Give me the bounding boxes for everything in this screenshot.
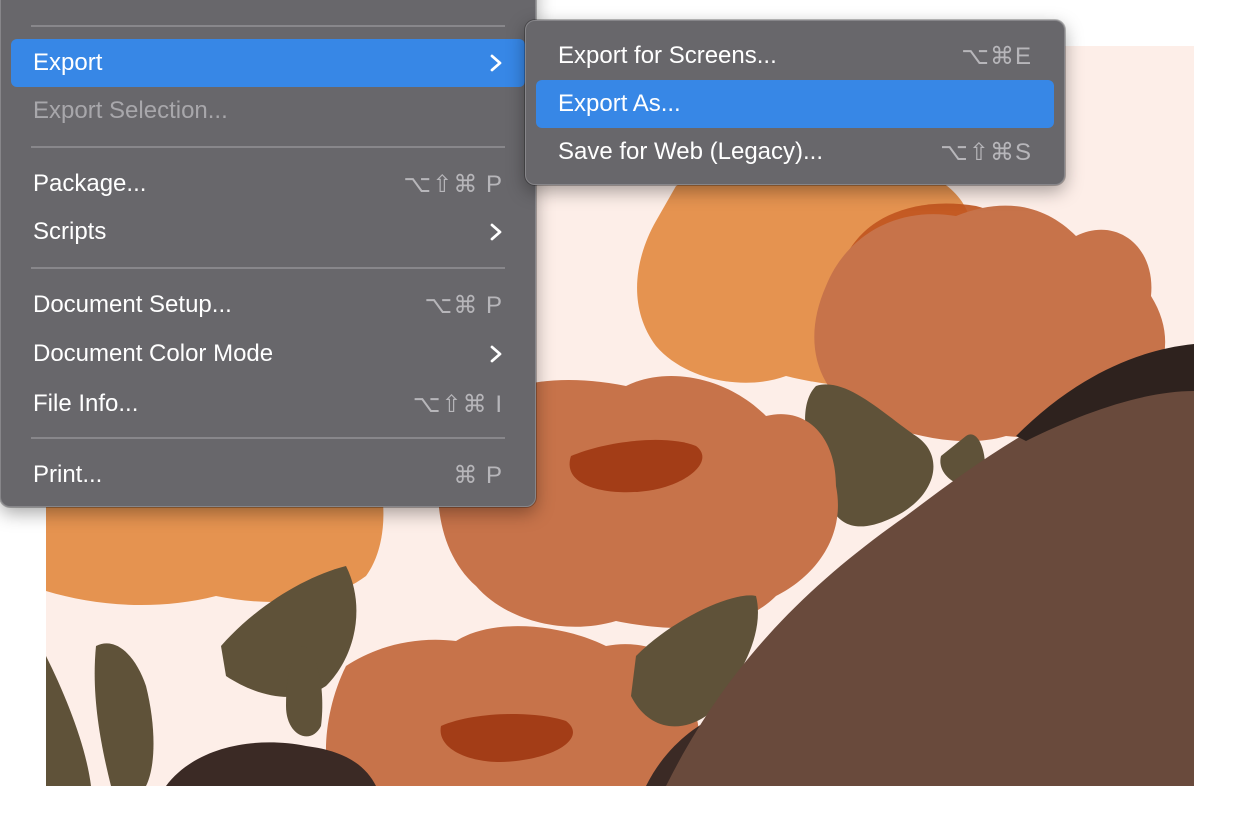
shortcut-text: ⌘ P [453,461,503,489]
shortcut-text: ⌥⌘ P [424,291,503,319]
menu-item-label: Export [33,49,103,76]
menu-item-label: Export for Screens... [558,42,777,69]
menu-item-file-info[interactable]: File Info... ⌥⇧⌘ I [11,380,525,428]
stem-shape [46,656,91,786]
menu-item-export[interactable]: Export [11,39,525,87]
menu-item-label: Print... [33,461,103,488]
menu-separator [31,437,505,439]
menu-item-label: Package... [33,170,147,197]
menu-item-export-for-screens[interactable]: Export for Screens... ⌥⌘E [536,32,1054,80]
file-menu: Export Export Selection... Package... ⌥⇧… [0,0,536,507]
menu-item-label: Export Selection... [33,97,228,124]
menu-item-label: Document Setup... [33,291,232,318]
menu-item-print[interactable]: Print... ⌘ P [11,451,525,499]
menu-item-package[interactable]: Package... ⌥⇧⌘ P [11,160,525,208]
chevron-right-icon [481,52,503,74]
menu-item-document-setup[interactable]: Document Setup... ⌥⌘ P [11,281,525,329]
menu-item-label: Scripts [33,218,107,245]
menu-item-label: Save for Web (Legacy)... [558,138,824,165]
menu-item-document-color-mode[interactable]: Document Color Mode [11,330,525,378]
menu-item-scripts[interactable]: Scripts [11,208,525,256]
shortcut-text: ⌥⌘E [961,42,1032,70]
menu-item-label: File Info... [33,390,139,417]
menu-item-label: Export As... [558,90,681,117]
export-submenu: Export for Screens... ⌥⌘E Export As... S… [525,20,1065,185]
shortcut-text: ⌥⇧⌘ P [403,170,503,198]
stem-shape [94,643,154,786]
chevron-right-icon [481,221,503,243]
shortcut-text: ⌥⇧⌘S [940,138,1032,166]
menu-separator [31,267,505,269]
menu-item-save-for-web[interactable]: Save for Web (Legacy)... ⌥⇧⌘S [536,128,1054,176]
chevron-right-icon [481,343,503,365]
menu-separator [31,146,505,148]
shortcut-text: ⌥⇧⌘ I [412,390,503,418]
menu-item-label: Document Color Mode [33,340,274,367]
menu-item-export-as[interactable]: Export As... [536,80,1054,128]
menu-item-export-selection: Export Selection... [11,87,525,135]
menu-separator [31,25,505,27]
